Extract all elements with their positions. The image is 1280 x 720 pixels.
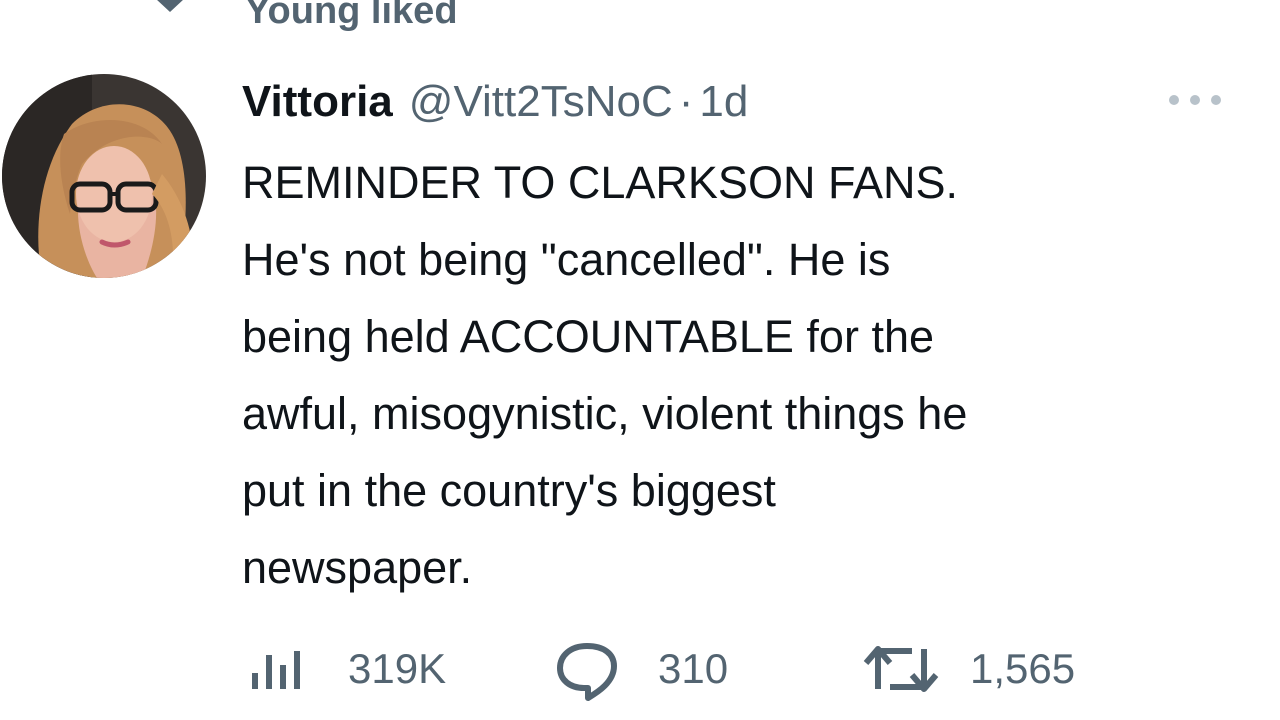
more-horizontal-icon[interactable] [1164,90,1226,110]
tweet-timestamp[interactable]: 1d [699,72,748,132]
avatar[interactable] [2,74,206,278]
action-bar: 319K 310 1,565 [244,636,1244,702]
reply-count: 310 [658,645,729,692]
tweet-text-line: REMINDER TO CLARKSON FANS. [242,157,958,208]
tweet-text-line: newspaper. [242,542,473,593]
analytics-icon [252,651,300,689]
display-name[interactable]: Vittoria [242,72,393,132]
tweet-text-line: He's not being "cancelled". He is [242,234,891,285]
heart-icon [157,0,183,12]
tweet-text: REMINDER TO CLARKSON FANS. He's not bein… [242,144,1252,606]
avatar-image [2,74,206,278]
views-button[interactable]: 319K [244,636,446,702]
user-handle[interactable]: @Vitt2TsNoC [409,72,673,132]
reply-icon [557,643,617,701]
retweet-button[interactable]: 1,565 [862,636,1075,702]
tweet-screen: Young liked Vittoria @Vitt2TsNoC · 1d RE… [0,0,1280,720]
tweet-text-line: put in the country's biggest [242,465,776,516]
retweet-count: 1,565 [970,645,1076,692]
retweet-icon [863,646,939,692]
views-count: 319K [348,645,447,692]
reply-button[interactable]: 310 [554,636,728,702]
tweet-header: Vittoria @Vitt2TsNoC · 1d [242,72,748,132]
separator-dot: · [678,77,694,126]
social-context-label[interactable]: Young liked [245,0,458,36]
tweet-text-line: awful, misogynistic, violent things he [242,388,968,439]
tweet-text-line: being held ACCOUNTABLE for the [242,311,935,362]
